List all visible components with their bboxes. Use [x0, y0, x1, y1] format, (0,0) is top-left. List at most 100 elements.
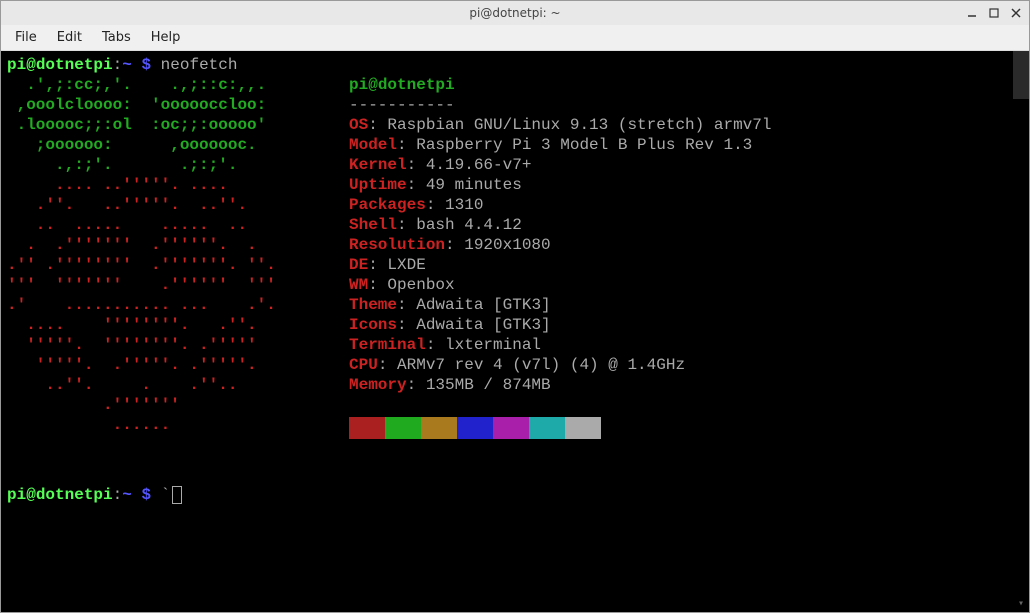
output-row: ''' ''''''' .'''''' ''' WM: Openbox — [7, 275, 1007, 295]
neofetch-label-5: Shell — [349, 216, 397, 234]
terminal-window: pi@dotnetpi: ~ File Edit Tabs Help pi@do… — [0, 0, 1030, 613]
neofetch-label-0: OS — [349, 116, 368, 134]
output-row: .'' .'''''''' .'''''''. ''. DE: LXDE — [7, 255, 1007, 275]
neofetch-value-0: Raspbian GNU/Linux 9.13 (stretch) armv7l — [387, 116, 771, 134]
swatch-5 — [529, 417, 565, 439]
output-row: ,ooolcloooo: 'oooooccloo: ----------- — [7, 95, 1007, 115]
neofetch-dashes: ----------- — [349, 96, 455, 114]
prompt-sep: : — [113, 56, 123, 74]
neofetch-label-13: Memory — [349, 376, 407, 394]
neofetch-user: pi — [349, 76, 368, 94]
ascii-red-line: .''''''' — [7, 396, 295, 414]
menubar: File Edit Tabs Help — [1, 25, 1029, 51]
window-title: pi@dotnetpi: ~ — [469, 6, 560, 20]
output-row: '''''. ''''''''. .''''' Terminal: lxterm… — [7, 335, 1007, 355]
prompt-path: ~ — [122, 486, 132, 504]
neofetch-at: @ — [368, 76, 378, 94]
prompt-user: pi — [7, 486, 26, 504]
scroll-down-icon[interactable]: ▾ — [1013, 596, 1029, 612]
menu-tabs[interactable]: Tabs — [94, 27, 139, 48]
prompt-at: @ — [26, 56, 36, 74]
neofetch-sep-0: : — [368, 116, 387, 134]
neofetch-value-8: Openbox — [387, 276, 454, 294]
ascii-red-line: ...... — [7, 416, 295, 434]
output-row: . .''''''' .''''''. . Resolution: 1920x1… — [7, 235, 1007, 255]
ascii-red-line: '''''. .'''''. .'''''. — [7, 356, 295, 374]
ascii-red-line: .'' .'''''''' .'''''''. ''. — [7, 256, 295, 274]
output-row: .... ..'''''. .... Uptime: 49 minutes — [7, 175, 1007, 195]
output-row: ..''. . .''.. Memory: 135MB / 874MB — [7, 375, 1007, 395]
terminal-area: pi@dotnetpi:~ $ neofetch .',;:cc;,'. .,;… — [1, 51, 1029, 612]
ascii-green-line: ;oooooo: ,ooooooc. — [7, 136, 295, 154]
neofetch-sep-1: : — [397, 136, 416, 154]
neofetch-label-4: Packages — [349, 196, 426, 214]
neofetch-value-12: ARMv7 rev 4 (v7l) (4) @ 1.4GHz — [397, 356, 685, 374]
scroll-thumb[interactable] — [1013, 51, 1029, 99]
window-controls — [965, 1, 1023, 25]
prompt-path: ~ — [122, 56, 132, 74]
maximize-button[interactable] — [987, 6, 1001, 20]
output-row: .''''''' — [7, 395, 1007, 415]
menu-file[interactable]: File — [7, 27, 45, 48]
ascii-red-line: . .''''''' .''''''. . — [7, 236, 295, 254]
swatch-4 — [493, 417, 529, 439]
menu-help[interactable]: Help — [143, 27, 189, 48]
neofetch-value-6: 1920x1080 — [464, 236, 550, 254]
neofetch-value-13: 135MB / 874MB — [426, 376, 551, 394]
neofetch-sep-5: : — [397, 216, 416, 234]
neofetch-sep-8: : — [368, 276, 387, 294]
blank-line — [7, 465, 1007, 485]
output-row: .looooc;;:ol :oc;;:ooooo' OS: Raspbian G… — [7, 115, 1007, 135]
neofetch-value-5: bash 4.4.12 — [416, 216, 522, 234]
neofetch-label-6: Resolution — [349, 236, 445, 254]
ascii-red-line: ''' ''''''' .'''''' ''' — [7, 276, 295, 294]
neofetch-sep-9: : — [397, 296, 416, 314]
prompt-host: dotnetpi — [36, 56, 113, 74]
neofetch-label-9: Theme — [349, 296, 397, 314]
prompt-command: neofetch — [161, 56, 238, 74]
neofetch-label-8: WM — [349, 276, 368, 294]
prompt-at: @ — [26, 486, 36, 504]
neofetch-value-11: lxterminal — [445, 336, 541, 354]
neofetch-value-7: LXDE — [387, 256, 425, 274]
prompt-sep: : — [113, 486, 123, 504]
neofetch-sep-3: : — [407, 176, 426, 194]
close-button[interactable] — [1009, 6, 1023, 20]
output-row: .,:;'. .;:;'. Kernel: 4.19.66-v7+ — [7, 155, 1007, 175]
ascii-red-line: '''''. ''''''''. .''''' — [7, 336, 295, 354]
neofetch-sep-12: : — [378, 356, 397, 374]
neofetch-label-1: Model — [349, 136, 397, 154]
neofetch-sep-11: : — [426, 336, 445, 354]
prompt-line-2: pi@dotnetpi:~ $ ` — [7, 485, 1007, 505]
neofetch-value-2: 4.19.66-v7+ — [426, 156, 532, 174]
swatch-6 — [565, 417, 601, 439]
swatch-2 — [421, 417, 457, 439]
prompt-command: ` — [161, 486, 171, 504]
neofetch-label-2: Kernel — [349, 156, 407, 174]
terminal-output[interactable]: pi@dotnetpi:~ $ neofetch .',;:cc;,'. .,;… — [1, 51, 1013, 612]
menu-edit[interactable]: Edit — [49, 27, 90, 48]
scrollbar[interactable]: ▴ ▾ — [1013, 51, 1029, 612]
swatch-3 — [457, 417, 493, 439]
swatch-0 — [349, 417, 385, 439]
neofetch-host: dotnetpi — [378, 76, 455, 94]
prompt-dollar: $ — [132, 56, 161, 74]
neofetch-value-3: 49 minutes — [426, 176, 522, 194]
prompt-dollar: $ — [132, 486, 161, 504]
ascii-green-line: ,ooolcloooo: 'oooooccloo: — [7, 96, 295, 114]
ascii-red-line: .. ..... ..... .. — [7, 216, 295, 234]
neofetch-label-11: Terminal — [349, 336, 426, 354]
neofetch-value-9: Adwaita [GTK3] — [416, 296, 550, 314]
ascii-red-line: .''. ..'''''. ..''. — [7, 196, 295, 214]
ascii-red-line: .... ''''''''. .''. — [7, 316, 295, 334]
ascii-red-line: .... ..'''''. .... — [7, 176, 295, 194]
ascii-green-line: .,:;'. .;:;'. — [7, 156, 295, 174]
titlebar: pi@dotnetpi: ~ — [1, 1, 1029, 25]
neofetch-label-12: CPU — [349, 356, 378, 374]
ascii-green-line: .looooc;;:ol :oc;;:ooooo' — [7, 116, 295, 134]
output-row: ;oooooo: ,ooooooc. Model: Raspberry Pi 3… — [7, 135, 1007, 155]
neofetch-sep-6: : — [445, 236, 464, 254]
neofetch-label-3: Uptime — [349, 176, 407, 194]
output-row: .... ''''''''. .''. Icons: Adwaita [GTK3… — [7, 315, 1007, 335]
minimize-button[interactable] — [965, 6, 979, 20]
